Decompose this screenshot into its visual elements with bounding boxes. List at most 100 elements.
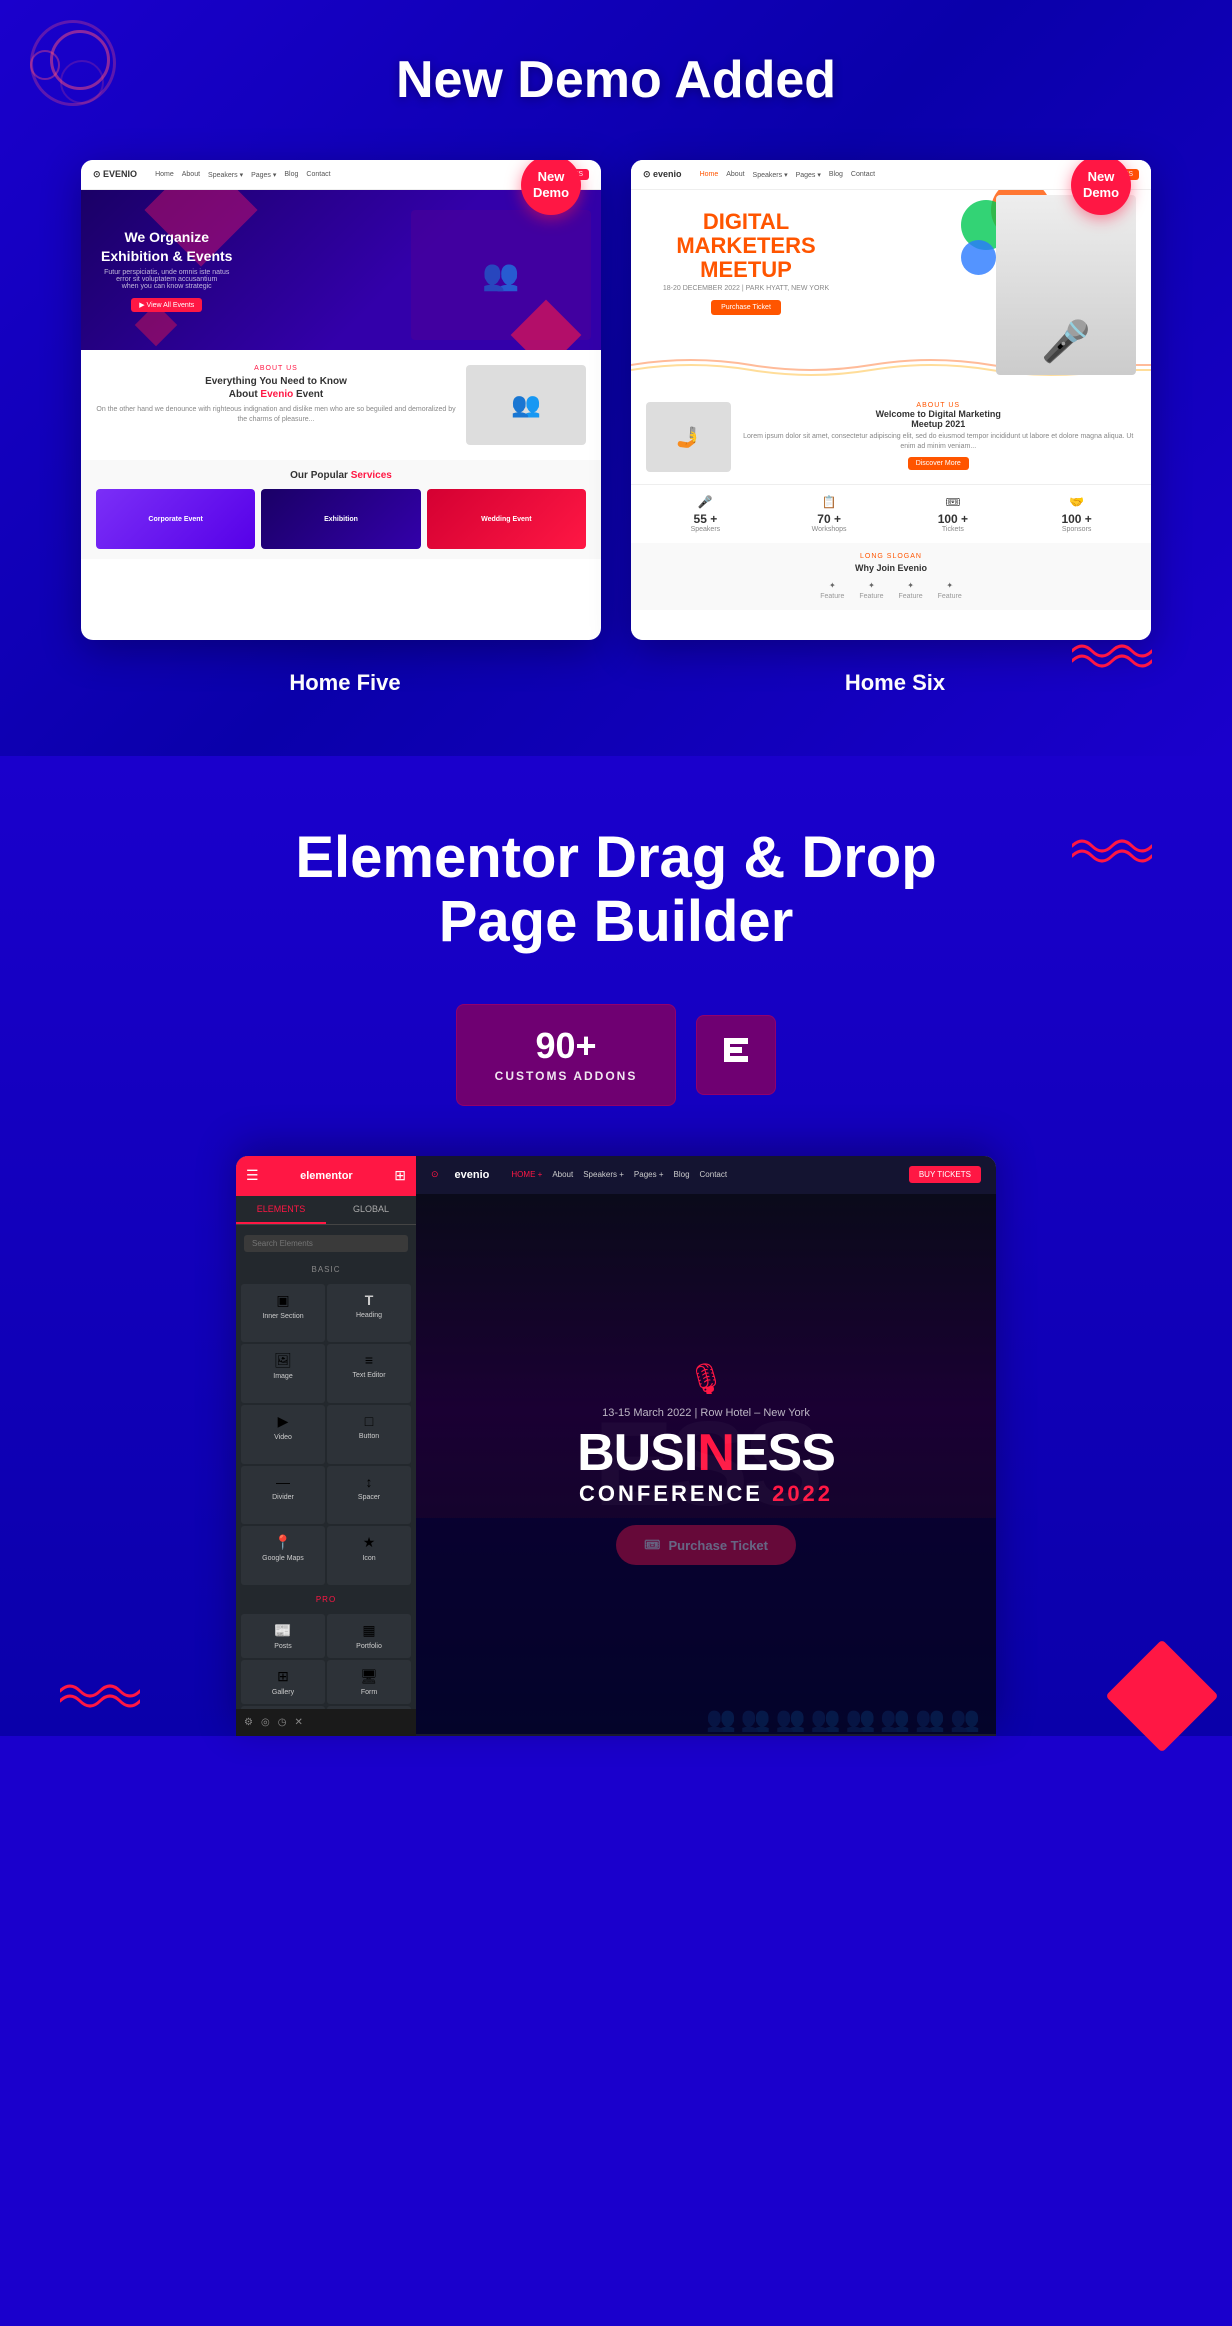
search-container	[236, 1225, 416, 1260]
home-six-card[interactable]: NewDemo ⊙ evenio Home About Speakers ▾ P…	[631, 160, 1151, 640]
google-maps-icon: 📍	[274, 1534, 291, 1551]
elementor-preview: ☰ elementor ⊞ ELEMENTS GLOBAL BASIC ▣ In…	[236, 1156, 996, 1736]
hs-stat-sponsors: 🤝 100 + Sponsors	[1017, 495, 1136, 533]
spacer-icon: ↕	[366, 1474, 373, 1490]
audience-bg	[416, 1518, 996, 1734]
preview-hero: ESS 🎙 13-15 March 2022 | Row Hotel – New…	[416, 1194, 996, 1734]
hamburger-icon[interactable]: ☰	[246, 1167, 259, 1184]
widget-button[interactable]: □ Button	[327, 1405, 411, 1464]
widget-gallery[interactable]: ⊞ Gallery	[241, 1660, 325, 1704]
elementor-logo	[696, 1015, 776, 1095]
preview-buy-tickets-btn[interactable]: BUY TICKETS	[909, 1166, 981, 1183]
elementor-section: Elementor Drag & DropPage Builder 90+ CU…	[0, 756, 1232, 1736]
widget-video[interactable]: ▶ Video	[241, 1405, 325, 1464]
hs-purchase-btn[interactable]: Purchase Ticket	[711, 300, 781, 315]
addons-number: 90+	[487, 1025, 645, 1067]
hs-why-title: Why Join Evenio	[646, 563, 1136, 573]
button-icon: □	[365, 1413, 373, 1429]
home-five-label: Home Five	[85, 670, 605, 696]
hs-hero-content: DIGITALMARKETERS MEETUP 18-20 DECEMBER 2…	[646, 210, 846, 315]
sidebar-tabs: ELEMENTS GLOBAL	[236, 1196, 416, 1225]
widget-portfolio[interactable]: ▦ Portfolio	[327, 1614, 411, 1658]
preview-nav-speakers: Speakers +	[583, 1170, 624, 1179]
home-five-mockup: ⊙ EVENIO Home About Speakers ▾ Pages ▾ B…	[81, 160, 601, 640]
preview-nav-about: About	[552, 1170, 573, 1179]
new-demo-section: New Demo Added NewDemo ⊙ EVENIO Home Abo…	[0, 0, 1232, 756]
elementor-main-preview: ⊙ evenio HOME + About Speakers + Pages +…	[416, 1156, 996, 1736]
sidebar-bottom-bar: ⚙ ◎ ◷ ✕	[236, 1709, 416, 1736]
page-title: New Demo Added	[60, 50, 1172, 110]
divider-icon: —	[276, 1474, 290, 1490]
hs-stat-tickets: 🎟 100 + Tickets	[894, 495, 1013, 533]
tab-global[interactable]: GLOBAL	[326, 1196, 416, 1224]
widget-image[interactable]: 🖼 Image	[241, 1344, 325, 1403]
sidebar-header: ☰ elementor ⊞	[236, 1156, 416, 1196]
hs-stat-workshops: 📋 70 + Workshops	[770, 495, 889, 533]
hs-stat-speakers: 🎤 55 + Speakers	[646, 495, 765, 533]
hs-about-desc: Lorem ipsum dolor sit amet, consectetur …	[741, 432, 1137, 452]
hs-why-items: ✦Feature ✦Feature ✦Feature ✦Feature	[646, 581, 1136, 600]
hero-section: We OrganizeExhibition & Events Futur per…	[81, 190, 601, 350]
preview-nav-blog: Blog	[674, 1170, 690, 1179]
preview-nav-pages: Pages +	[634, 1170, 664, 1179]
addons-row: 90+ CUSTOMS ADDONS	[60, 1004, 1172, 1106]
hs-about-img: 🤳	[646, 402, 731, 472]
demo-cards-container: NewDemo ⊙ EVENIO Home About Speakers ▾ P…	[60, 160, 1172, 640]
hs-speaker-image	[996, 195, 1136, 375]
text-editor-icon: ≡	[365, 1352, 373, 1368]
form-icon: 🖥	[360, 1668, 378, 1685]
service-card-3: Wedding Event	[427, 489, 586, 549]
search-input[interactable]	[244, 1235, 408, 1252]
tab-elements[interactable]: ELEMENTS	[236, 1196, 326, 1224]
services-title: Our Popular Services	[96, 470, 586, 481]
bottom-squiggle	[60, 1681, 140, 1716]
grid-icon[interactable]: ⊞	[394, 1167, 406, 1184]
services-section: Our Popular Services Corporate Event Exh…	[81, 460, 601, 559]
image-icon: 🖼	[274, 1352, 292, 1369]
hero-btn[interactable]: ▶ View All Events	[131, 298, 202, 312]
sidebar-bottom-icon-1[interactable]: ⚙	[244, 1717, 253, 1728]
preview-nav-items: HOME + About Speakers + Pages + Blog Con…	[511, 1170, 727, 1179]
widget-inner-section[interactable]: ▣ Inner Section	[241, 1284, 325, 1343]
hs-hero-date: 18-20 DECEMBER 2022 | PARK HYATT, NEW YO…	[646, 285, 846, 292]
portfolio-icon: ▦	[362, 1622, 375, 1639]
widget-form[interactable]: 🖥 Form	[327, 1660, 411, 1704]
sidebar-bottom-icon-2[interactable]: ◎	[261, 1717, 270, 1728]
about-section: ABOUT US Everything You Need to KnowAbou…	[81, 350, 601, 460]
widget-divider[interactable]: — Divider	[241, 1466, 325, 1524]
home-five-card[interactable]: NewDemo ⊙ EVENIO Home About Speakers ▾ P…	[81, 160, 601, 640]
demo-labels: Home Five Home Six	[60, 670, 1180, 696]
mock-nav: Home About Speakers ▾ Pages ▾ Blog Conta…	[155, 171, 330, 179]
addons-label: CUSTOMS ADDONS	[495, 1069, 638, 1083]
sidebar-bottom-icon-4[interactable]: ✕	[294, 1717, 302, 1728]
hs-discover-btn[interactable]: Discover More	[908, 457, 969, 470]
widget-heading[interactable]: T Heading	[327, 1284, 411, 1343]
basic-label: BASIC	[236, 1260, 416, 1279]
hs-about: 🤳 ABOUT US Welcome to Digital MarketingM…	[631, 390, 1151, 484]
hero-title: We OrganizeExhibition & Events	[101, 228, 232, 264]
preview-logo-icon: ⊙	[431, 1169, 439, 1180]
pro-label: PRO	[236, 1590, 416, 1609]
pink-diamond-decoration	[1122, 1656, 1202, 1736]
sidebar-bottom-icon-3[interactable]: ◷	[278, 1717, 287, 1728]
hs-why-section: LONG SLOGAN Why Join Evenio ✦Feature ✦Fe…	[631, 543, 1151, 610]
about-title: Everything You Need to KnowAbout Evenio …	[96, 375, 456, 401]
gallery-icon: ⊞	[277, 1668, 289, 1685]
widget-text-editor[interactable]: ≡ Text Editor	[327, 1344, 411, 1403]
widget-icon[interactable]: ★ Icon	[327, 1526, 411, 1585]
about-desc: On the other hand we denounce with right…	[96, 405, 456, 425]
home-six-mockup: ⊙ evenio Home About Speakers ▾ Pages ▾ B…	[631, 160, 1151, 640]
elementor-sidebar: ☰ elementor ⊞ ELEMENTS GLOBAL BASIC ▣ In…	[236, 1156, 416, 1736]
widget-spacer[interactable]: ↕ Spacer	[327, 1466, 411, 1524]
inner-section-icon: ▣	[276, 1292, 289, 1309]
widget-posts[interactable]: 📰 Posts	[241, 1614, 325, 1658]
sidebar-title: elementor	[267, 1170, 387, 1182]
posts-icon: 📰	[274, 1622, 291, 1639]
widget-google-maps[interactable]: 📍 Google Maps	[241, 1526, 325, 1585]
service-card-2: Exhibition	[261, 489, 420, 549]
mic-icon: 🎙	[687, 1362, 725, 1397]
bg-text: ESS	[593, 1395, 818, 1533]
widgets-grid: ▣ Inner Section T Heading 🖼 Image ≡ Text…	[236, 1279, 416, 1590]
hs-hero: DIGITALMARKETERS MEETUP 18-20 DECEMBER 2…	[631, 190, 1151, 390]
preview-nav-home: HOME +	[511, 1170, 542, 1179]
